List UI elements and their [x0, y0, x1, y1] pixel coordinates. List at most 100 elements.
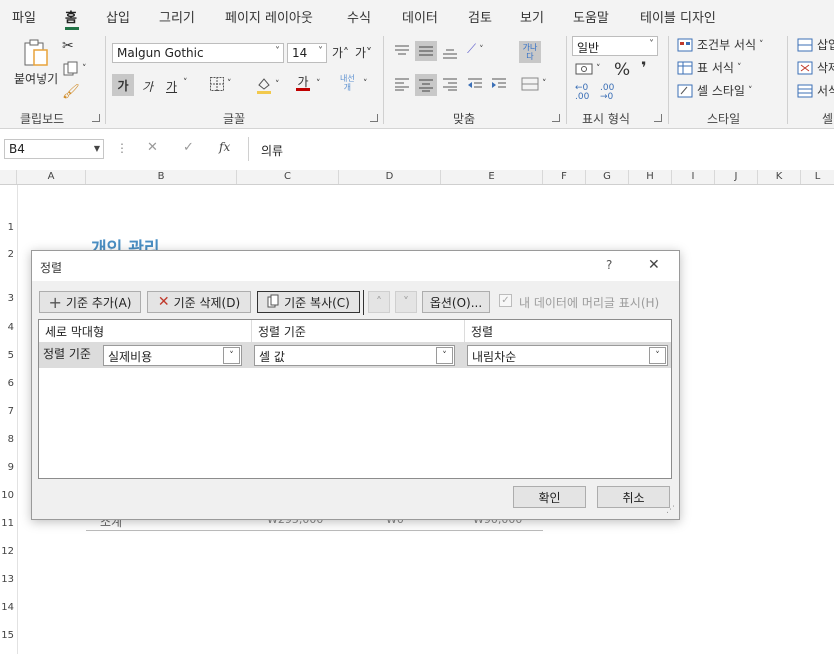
- name-box[interactable]: B4 ▼: [4, 139, 104, 159]
- align-right-icon[interactable]: [442, 77, 458, 91]
- column-header-g[interactable]: G: [586, 170, 629, 184]
- row-header[interactable]: 11: [0, 518, 17, 529]
- column-header-j[interactable]: J: [715, 170, 758, 184]
- copy-icon[interactable]: ˅: [62, 61, 87, 77]
- font-size-combo[interactable]: 14 ˅: [287, 43, 327, 63]
- column-header-l[interactable]: L: [801, 170, 834, 184]
- formula-input[interactable]: 의류: [248, 137, 834, 161]
- tab-review[interactable]: 검토: [468, 7, 492, 26]
- column-header-k[interactable]: K: [758, 170, 801, 184]
- row-header[interactable]: 4: [0, 322, 17, 333]
- cancel-icon[interactable]: ✕: [147, 140, 158, 155]
- row-header[interactable]: 2: [0, 249, 17, 260]
- row-header[interactable]: 13: [0, 574, 17, 585]
- column-header-b[interactable]: B: [86, 170, 237, 184]
- cell-styles-button[interactable]: 셀 스타일 ˅: [677, 82, 752, 99]
- comma-button[interactable]: ❜: [641, 58, 647, 77]
- sort-order-select[interactable]: 내림차순 ˅: [467, 345, 668, 366]
- tab-view[interactable]: 보기: [520, 7, 544, 26]
- add-level-button[interactable]: + 기준 추가(A): [39, 291, 141, 313]
- wrap-text-button[interactable]: 가나 다: [519, 41, 541, 63]
- number-launcher-icon[interactable]: [654, 114, 662, 122]
- align-left-icon[interactable]: [394, 77, 410, 91]
- increase-decimal-icon[interactable]: ←0.00: [575, 84, 589, 102]
- sort-on-select[interactable]: 셀 값 ˅: [254, 345, 455, 366]
- border-icon[interactable]: ˅: [209, 76, 232, 92]
- column-header-h[interactable]: H: [629, 170, 672, 184]
- move-up-button[interactable]: ˄: [368, 291, 390, 313]
- currency-icon[interactable]: ˅: [575, 62, 601, 76]
- column-header-a[interactable]: A: [17, 170, 86, 184]
- alignment-launcher-icon[interactable]: [552, 114, 560, 122]
- clipboard-launcher-icon[interactable]: [92, 114, 100, 122]
- row-header[interactable]: 8: [0, 434, 17, 445]
- row-header[interactable]: 12: [0, 546, 17, 557]
- decrease-indent-icon[interactable]: [467, 77, 483, 91]
- align-center-icon[interactable]: [415, 74, 437, 96]
- chevron-down-icon[interactable]: ˅: [363, 79, 368, 89]
- column-header-d[interactable]: D: [339, 170, 441, 184]
- cancel-button[interactable]: 취소: [597, 486, 670, 508]
- format-cells-button[interactable]: 서식: [797, 82, 834, 99]
- row-header[interactable]: 7: [0, 406, 17, 417]
- conditional-format-button[interactable]: 조건부 서식 ˅: [677, 36, 764, 53]
- paste-button[interactable]: 붙여넣기: [14, 38, 58, 87]
- header-checkbox[interactable]: ✓: [499, 294, 512, 307]
- copy-level-button[interactable]: 기준 복사(C): [257, 291, 360, 313]
- row-header[interactable]: 9: [0, 462, 17, 473]
- tab-home[interactable]: 홈: [65, 7, 77, 26]
- font-color-icon[interactable]: 가: [296, 76, 310, 91]
- tab-table-design[interactable]: 테이블 디자인: [640, 7, 716, 26]
- select-all-corner[interactable]: [0, 170, 17, 184]
- sort-level-row[interactable]: 정렬 기준 실제비용 ˅ 셀 값 ˅ 내림차순 ˅: [39, 342, 671, 368]
- row-header[interactable]: 6: [0, 378, 17, 389]
- help-icon[interactable]: ?: [606, 258, 612, 272]
- font-name-combo[interactable]: Malgun Gothic ˅: [112, 43, 284, 63]
- align-bottom-icon[interactable]: [442, 46, 458, 60]
- align-top-icon[interactable]: [394, 44, 410, 58]
- cut-icon[interactable]: ✂: [62, 38, 74, 54]
- fill-color-icon[interactable]: ˅: [255, 76, 280, 94]
- underline-button[interactable]: 가: [166, 78, 177, 95]
- insert-function-icon[interactable]: fx: [219, 140, 230, 154]
- decrease-decimal-icon[interactable]: .00 →0: [600, 84, 614, 102]
- column-header-e[interactable]: E: [441, 170, 543, 184]
- tab-page-layout[interactable]: 페이지 레이아웃: [225, 7, 313, 26]
- column-header-c[interactable]: C: [237, 170, 339, 184]
- delete-cells-button[interactable]: 삭제: [797, 59, 834, 76]
- percent-button[interactable]: %: [614, 60, 630, 80]
- delete-level-button[interactable]: ✕ 기준 삭제(D): [147, 291, 251, 313]
- move-down-button[interactable]: ˅: [395, 291, 417, 313]
- tab-data[interactable]: 데이터: [402, 7, 438, 26]
- chevron-down-icon[interactable]: ˅: [316, 79, 321, 89]
- resize-grip-icon[interactable]: ⋰: [666, 505, 675, 515]
- chevron-down-icon[interactable]: ˅: [183, 78, 188, 88]
- tab-help[interactable]: 도움말: [573, 7, 609, 26]
- bold-button[interactable]: 가: [112, 74, 134, 96]
- ok-button[interactable]: 확인: [513, 486, 586, 508]
- tab-draw[interactable]: 그리기: [159, 7, 195, 26]
- number-format-combo[interactable]: 일반 ˅: [572, 36, 658, 56]
- row-header[interactable]: 1: [0, 222, 17, 233]
- orientation-icon[interactable]: ⟋ ˅: [467, 42, 484, 57]
- format-painter-icon[interactable]: 🖌: [62, 84, 80, 100]
- row-header[interactable]: 5: [0, 350, 17, 361]
- tab-formulas[interactable]: 수식: [347, 7, 371, 26]
- sort-column-select[interactable]: 실제비용 ˅: [103, 345, 242, 366]
- row-header[interactable]: 14: [0, 602, 17, 613]
- increase-indent-icon[interactable]: [491, 77, 507, 91]
- insert-cells-button[interactable]: 삽입: [797, 36, 834, 53]
- tab-file[interactable]: 파일: [12, 7, 36, 26]
- phonetic-guide-icon[interactable]: 내선 개: [340, 74, 355, 92]
- close-icon[interactable]: ✕: [648, 257, 660, 273]
- merge-center-icon[interactable]: ˅: [521, 77, 547, 91]
- options-button[interactable]: 옵션(O)...: [422, 291, 490, 313]
- enter-icon[interactable]: ✓: [183, 140, 194, 155]
- row-header[interactable]: 10: [0, 490, 17, 501]
- shrink-font-button[interactable]: 가˅: [355, 44, 372, 61]
- font-launcher-icon[interactable]: [370, 114, 378, 122]
- column-header-f[interactable]: F: [543, 170, 586, 184]
- column-header-i[interactable]: I: [672, 170, 715, 184]
- row-header[interactable]: 3: [0, 293, 17, 304]
- italic-button[interactable]: 가: [142, 78, 153, 95]
